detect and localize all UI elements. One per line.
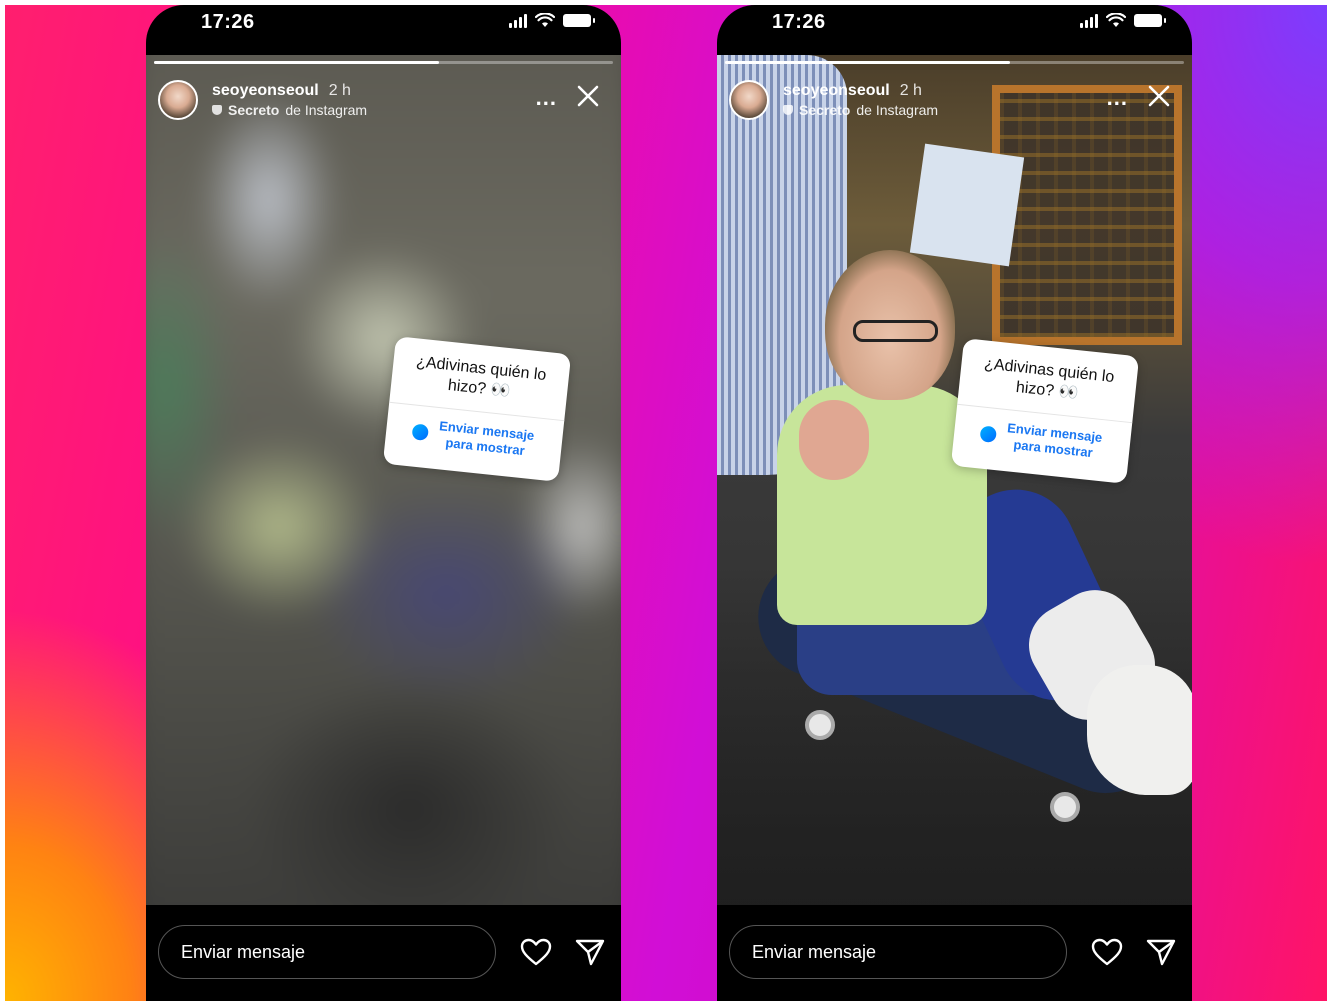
photo-hand [799, 400, 869, 480]
photo-glasses [853, 320, 938, 342]
story-footer: Enviar mensaje [717, 905, 1192, 1001]
more-options-button[interactable]: ... [1107, 85, 1128, 111]
wifi-icon [1106, 13, 1126, 27]
avatar[interactable] [729, 80, 769, 120]
story-header: seoyeonseoul 2 h Secreto de Instagram ..… [158, 75, 609, 125]
secret-label: Secreto [228, 102, 280, 118]
sticker-cta[interactable]: Enviar mensaje para mostrar [979, 417, 1106, 461]
heart-icon[interactable] [1091, 937, 1123, 967]
photo-sign [909, 143, 1025, 267]
status-time: 17:26 [772, 11, 826, 33]
secret-label-rest: de Instagram [856, 102, 939, 118]
sticker-question: ¿Adivinas quién lo hizo? 👀 [983, 355, 1116, 403]
phone-left: 17:26 seoyeonseoul 2 h Secreto de Instag… [146, 5, 621, 1001]
sticker-cta[interactable]: Enviar mensaje para mostrar [411, 415, 538, 459]
story-footer: Enviar mensaje [146, 905, 621, 1001]
wifi-icon [535, 13, 555, 27]
messenger-icon [979, 425, 998, 443]
phone-right: 17:26 seoyeonseoul 2 h Secreto de Instag… [717, 5, 1192, 1001]
secret-icon [212, 105, 222, 115]
sticker-question: ¿Adivinas quién lo hizo? 👀 [415, 353, 548, 401]
message-placeholder: Enviar mensaje [181, 941, 306, 962]
status-time: 17:26 [201, 11, 255, 33]
status-icons [1080, 13, 1166, 28]
photo-wheel [805, 710, 835, 740]
secret-label: Secreto [799, 102, 851, 118]
status-bar: 17:26 [146, 5, 621, 53]
send-icon[interactable] [1145, 937, 1177, 967]
time-ago: 2 h [328, 82, 351, 99]
question-sticker[interactable]: ¿Adivinas quién lo hizo? 👀 Enviar mensaj… [382, 336, 572, 482]
photo-wheel [1050, 792, 1080, 822]
time-ago: 2 h [899, 82, 922, 99]
sticker-cta-label: Enviar mensaje para mostrar [438, 418, 536, 458]
message-input[interactable]: Enviar mensaje [158, 925, 496, 979]
battery-icon [563, 14, 595, 27]
question-sticker[interactable]: ¿Adivinas quién lo hizo? 👀 Enviar mensaj… [950, 338, 1140, 484]
username[interactable]: seoyeonseoul [212, 82, 319, 100]
story-meta: seoyeonseoul 2 h Secreto de Instagram [783, 82, 938, 118]
heart-icon[interactable] [520, 937, 552, 967]
message-placeholder: Enviar mensaje [752, 941, 877, 962]
signal-icon [509, 13, 527, 28]
close-icon[interactable] [1142, 79, 1176, 113]
story-meta: seoyeonseoul 2 h Secreto de Instagram [212, 82, 367, 118]
signal-icon [1080, 13, 1098, 28]
close-icon[interactable] [571, 79, 605, 113]
photo-shoe [1087, 665, 1192, 795]
battery-icon [1134, 14, 1166, 27]
story-progress-bar [725, 61, 1184, 64]
status-bar: 17:26 [717, 5, 1192, 53]
story-progress-fill [154, 61, 439, 64]
send-icon[interactable] [574, 937, 606, 967]
secret-label-rest: de Instagram [285, 102, 368, 118]
story-progress-fill [725, 61, 1010, 64]
sticker-cta-label: Enviar mensaje para mostrar [1006, 420, 1104, 460]
more-options-button[interactable]: ... [536, 85, 557, 111]
secret-icon [783, 105, 793, 115]
status-icons [509, 13, 595, 28]
username[interactable]: seoyeonseoul [783, 82, 890, 100]
message-input[interactable]: Enviar mensaje [729, 925, 1067, 979]
avatar[interactable] [158, 80, 198, 120]
story-header: seoyeonseoul 2 h Secreto de Instagram ..… [729, 75, 1180, 125]
story-progress-bar [154, 61, 613, 64]
messenger-icon [411, 423, 430, 441]
